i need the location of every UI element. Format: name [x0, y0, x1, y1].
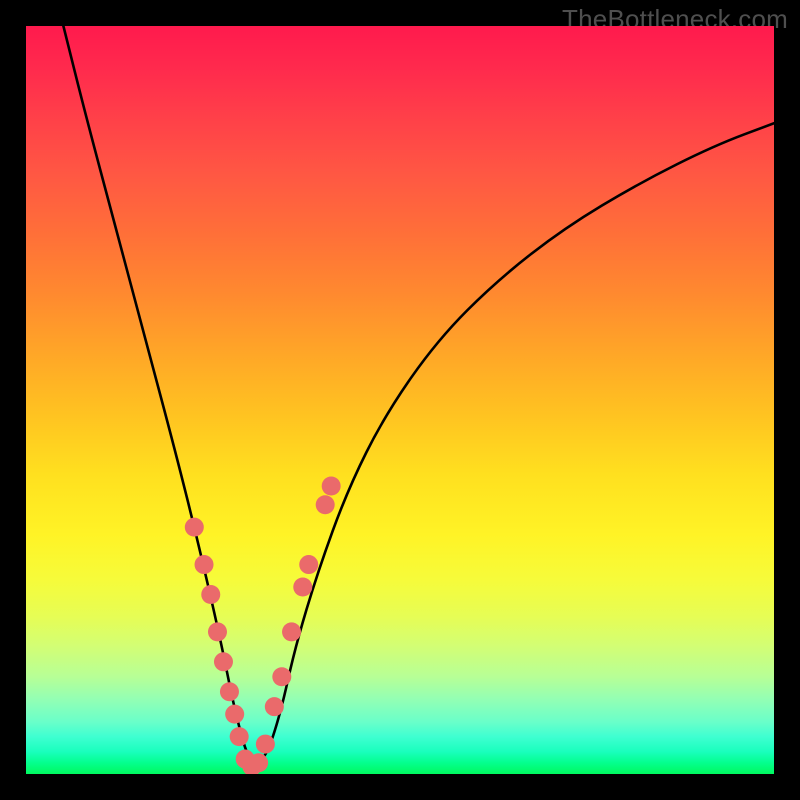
data-marker: [208, 622, 227, 641]
data-marker: [236, 750, 255, 769]
data-marker: [225, 705, 244, 724]
data-marker: [220, 682, 239, 701]
data-marker: [293, 578, 312, 597]
data-marker: [322, 477, 341, 496]
data-marker: [242, 757, 261, 774]
data-marker: [249, 753, 268, 772]
data-marker: [272, 667, 291, 686]
data-marker: [201, 585, 220, 604]
data-marker: [316, 495, 335, 514]
data-marker: [230, 727, 249, 746]
data-marker: [214, 652, 233, 671]
data-marker: [195, 555, 214, 574]
bottleneck-curve: [26, 26, 774, 774]
chart-frame: TheBottleneck.com: [0, 0, 800, 800]
data-marker: [256, 735, 275, 754]
data-marker: [299, 555, 318, 574]
data-marker: [185, 518, 204, 537]
plot-area: [26, 26, 774, 774]
data-marker: [265, 697, 284, 716]
data-marker: [282, 622, 301, 641]
